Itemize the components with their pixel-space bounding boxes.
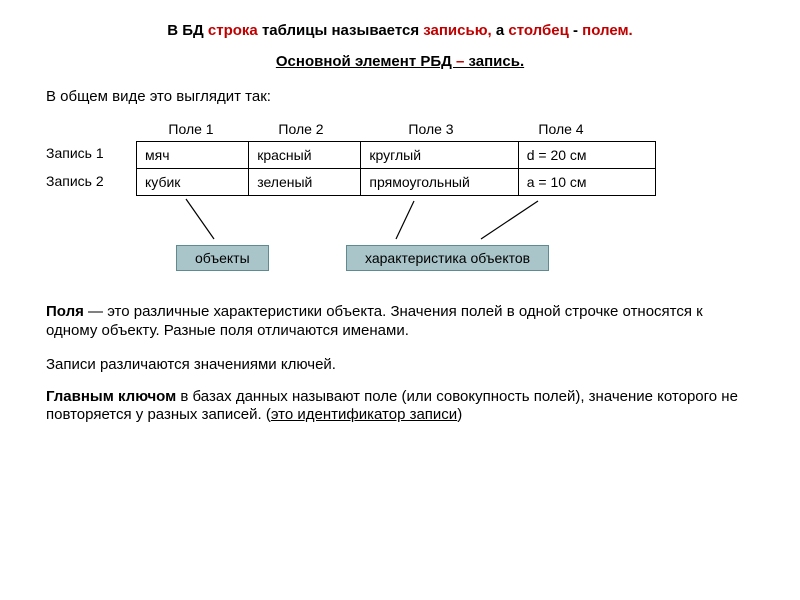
t3: таблицы называется (262, 22, 423, 39)
cell: мяч (137, 142, 249, 169)
subtitle: Основной элемент РБД – запись. (42, 53, 758, 70)
table-zone: Запись 1 Запись 2 Поле 1 Поле 2 Поле 3 П… (46, 121, 758, 211)
s2: – (456, 53, 469, 70)
table-row: мяч красный круглый d = 20 см (137, 142, 656, 169)
title: В БД строка таблицы называется записью, … (42, 22, 758, 39)
term-polya: Поля (46, 303, 88, 320)
col-h4: Поле 4 (506, 121, 616, 137)
cell: a = 10 см (518, 169, 655, 196)
cell: d = 20 см (518, 142, 655, 169)
col-h3: Поле 3 (356, 121, 506, 137)
s1: Основной элемент РБД (276, 53, 456, 70)
cell: кубик (137, 169, 249, 196)
cell: круглый (361, 142, 518, 169)
data-table: мяч красный круглый d = 20 см кубик зеле… (136, 141, 656, 196)
s3: запись. (469, 53, 525, 70)
t5: а (496, 22, 509, 39)
para-fields: Поля — это различные характеристики объе… (46, 303, 758, 341)
table-row: кубик зеленый прямоугольный a = 10 см (137, 169, 656, 196)
term-mainkey: Главным ключом (46, 388, 176, 405)
col-h2: Поле 2 (246, 121, 356, 137)
cell: красный (249, 142, 361, 169)
t6: столбец (508, 22, 573, 39)
t4: записью, (423, 22, 496, 39)
row-label-2: Запись 2 (46, 173, 104, 189)
tag-row: объекты характеристика объектов (46, 245, 758, 285)
cell: зеленый (249, 169, 361, 196)
para-records: Записи различаются значениями ключей. (46, 356, 758, 373)
t1: В БД (167, 22, 208, 39)
intro-text: В общем виде это выглядит так: (46, 88, 758, 105)
tag-objects: объекты (176, 245, 269, 271)
col-h1: Поле 1 (136, 121, 246, 137)
t7: - (573, 22, 582, 39)
t8: полем. (582, 22, 633, 39)
tag-characteristics: характеристика объектов (346, 245, 549, 271)
para-mainkey: Главным ключом в базах данных называют п… (46, 388, 758, 426)
mainkey-tail: ) (457, 406, 462, 423)
column-headers: Поле 1 Поле 2 Поле 3 Поле 4 (136, 121, 616, 137)
cell: прямоугольный (361, 169, 518, 196)
row-label-1: Запись 1 (46, 145, 104, 161)
mainkey-ul: это идентификатор записи (271, 406, 457, 423)
t2: строка (208, 22, 262, 39)
para-fields-text: — это различные характеристики объекта. … (46, 303, 703, 339)
